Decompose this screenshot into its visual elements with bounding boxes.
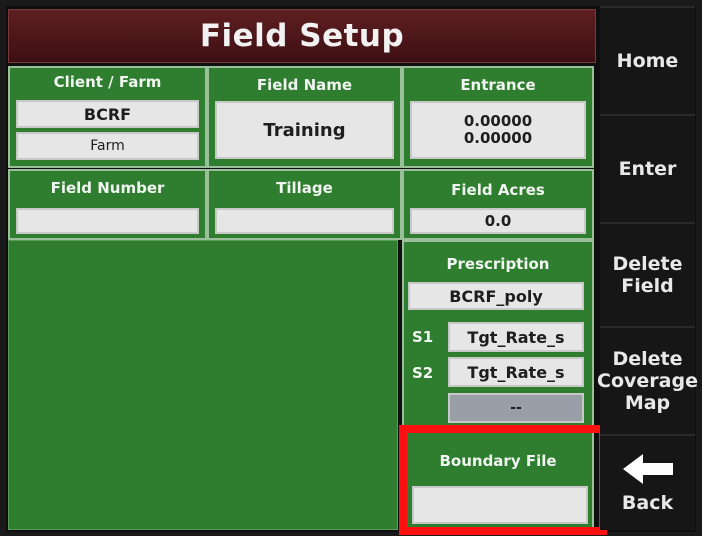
delete-field-label-2: Field (621, 275, 674, 297)
prescription-select[interactable]: BCRF_poly (408, 282, 584, 310)
s3-rate-field[interactable]: -- (448, 393, 584, 423)
enter-button[interactable]: Enter (600, 114, 695, 222)
tillage-label: Tillage (276, 179, 333, 197)
client-farm-label: Client / Farm (53, 73, 162, 91)
back-label: Back (621, 492, 674, 514)
home-label: Home (616, 50, 679, 72)
map-area (8, 240, 398, 530)
delete-coverage-label-2: Coverage (597, 370, 698, 392)
field-acres-panel: Field Acres 0.0 (402, 169, 594, 240)
back-arrow-icon (621, 452, 675, 486)
s1-label: S1 (412, 328, 434, 346)
entrance-panel: Entrance 0.00000 0.00000 (402, 66, 594, 168)
entrance-label: Entrance (460, 76, 536, 94)
tillage-input[interactable] (215, 208, 394, 234)
field-number-panel: Field Number (8, 169, 207, 240)
delete-coverage-label-1: Delete (612, 348, 683, 370)
field-name-panel: Field Name Training (207, 66, 402, 168)
enter-label: Enter (618, 158, 677, 180)
client-field[interactable]: BCRF (16, 100, 199, 128)
entrance-coordinates[interactable]: 0.00000 0.00000 (410, 101, 586, 159)
delete-field-label-1: Delete (612, 253, 683, 275)
client-farm-panel: Client / Farm BCRF Farm (8, 66, 207, 168)
field-name-input[interactable]: Training (215, 101, 394, 159)
tillage-panel: Tillage (207, 169, 402, 240)
field-number-input[interactable] (16, 208, 199, 234)
delete-coverage-map-button[interactable]: Delete Coverage Map (597, 326, 698, 434)
s1-rate-field[interactable]: Tgt_Rate_s (448, 322, 584, 352)
field-number-label: Field Number (50, 179, 165, 197)
delete-field-button[interactable]: Delete Field (600, 222, 695, 326)
page-title: Field Setup (8, 9, 596, 63)
s2-rate-field[interactable]: Tgt_Rate_s (448, 357, 584, 387)
prescription-label: Prescription (446, 255, 550, 273)
farm-field[interactable]: Farm (16, 132, 199, 160)
field-acres-value: 0.0 (410, 208, 586, 234)
prescription-panel: Prescription BCRF_poly S1 Tgt_Rate_s S2 … (402, 240, 594, 428)
highlight-box (399, 425, 607, 535)
entrance-line-1: 0.00000 (463, 112, 533, 130)
field-acres-label: Field Acres (451, 181, 545, 199)
entrance-line-2: 0.00000 (463, 129, 533, 147)
delete-coverage-label-3: Map (624, 392, 671, 414)
home-button[interactable]: Home (600, 6, 695, 114)
back-button[interactable]: Back (600, 434, 695, 530)
field-name-label: Field Name (256, 76, 353, 94)
s2-label: S2 (412, 364, 434, 382)
